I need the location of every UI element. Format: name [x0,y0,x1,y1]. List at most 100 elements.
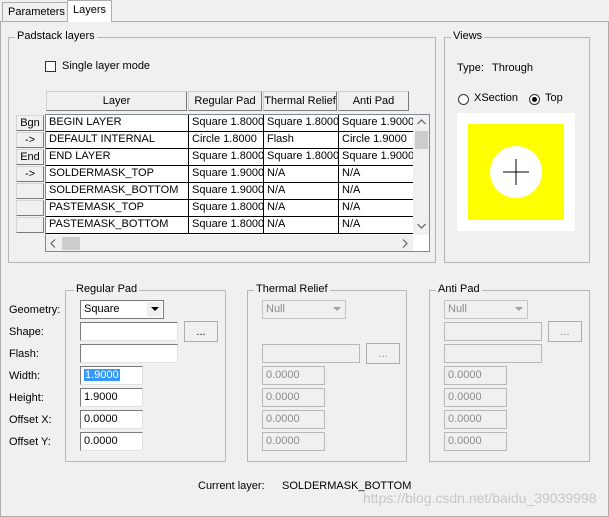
column-header-regular-pad[interactable]: Regular Pad [188,91,262,111]
height-label: Height: [9,392,44,404]
scroll-left-icon[interactable] [46,235,60,251]
cell-layer[interactable]: PASTEMASK_BOTTOM [46,217,189,234]
table-row[interactable]: END LAYER Square 1.8000 Square 1.8000 Squar… [46,149,414,166]
cell-regular-pad[interactable]: Square 1.8000 [189,200,264,217]
regular-height-input[interactable]: 1.9000 [80,388,143,407]
anti-height-input[interactable]: 0.0000 [444,388,507,407]
table-row[interactable]: PASTEMASK_TOP Square 1.8000 N/A N/A [46,200,414,217]
view-type-label: Type: [457,62,484,74]
table-row[interactable]: SOLDERMASK_BOTTOM Square 1.9000 N/A N/A [46,183,414,200]
crosshair-icon [503,159,529,185]
row-button-blank[interactable] [16,217,44,233]
cell-layer[interactable]: BEGIN LAYER [46,115,189,132]
row-button-blank[interactable] [16,200,44,216]
thermal-width-input[interactable]: 0.0000 [262,366,325,385]
cell-thermal-relief[interactable]: Square 1.8000 [264,149,339,166]
cell-anti-pad[interactable]: Square 1.9000 [339,115,414,132]
cell-anti-pad[interactable]: N/A [339,217,414,234]
cell-anti-pad[interactable]: N/A [339,200,414,217]
watermark-text: https://blog.csdn.net/baidu_39039998 [363,490,597,506]
cell-anti-pad[interactable]: Circle 1.9000 [339,132,414,149]
scroll-thumb[interactable] [62,237,80,250]
cell-thermal-relief[interactable]: Square 1.8000 [264,115,339,132]
cell-layer[interactable]: END LAYER [46,149,189,166]
scroll-thumb[interactable] [415,131,428,149]
table-row[interactable]: DEFAULT INTERNAL Circle 1.8000 Flash Circle… [46,132,414,149]
views-title: Views [451,30,485,42]
chevron-down-icon[interactable] [329,302,344,317]
row-button-arrow[interactable]: -> [16,132,44,148]
chevron-down-icon[interactable] [147,302,162,317]
cell-thermal-relief[interactable]: Flash [264,132,339,149]
xsection-radio[interactable] [458,94,469,105]
cell-regular-pad[interactable]: Square 1.9000 [189,183,264,200]
cell-thermal-relief[interactable]: N/A [264,183,339,200]
regular-offset-x-input[interactable]: 0.0000 [80,410,143,429]
single-layer-mode-label: Single layer mode [62,60,151,72]
cell-regular-pad[interactable]: Square 1.8000 [189,217,264,234]
scroll-down-icon[interactable] [413,219,429,233]
table-row[interactable]: SOLDERMASK_TOP Square 1.9000 N/A N/A [46,166,414,183]
regular-shape-browse-button[interactable]: ... [184,321,218,342]
row-button-arrow[interactable]: -> [16,166,44,182]
scroll-up-icon[interactable] [413,115,429,129]
column-header-anti-pad[interactable]: Anti Pad [338,91,409,111]
single-layer-mode-checkbox[interactable] [45,61,56,72]
column-header-layer[interactable]: Layer [46,91,187,111]
table-row[interactable]: PASTEMASK_BOTTOM Square 1.8000 N/A N/A [46,217,414,234]
anti-width-input[interactable]: 0.0000 [444,366,507,385]
thermal-flash-input[interactable] [262,344,360,363]
cell-layer[interactable]: SOLDERMASK_BOTTOM [46,183,189,200]
anti-offset-y-input[interactable]: 0.0000 [444,432,507,451]
regular-geometry-value: Square [84,303,120,315]
regular-flash-input[interactable] [80,344,178,363]
anti-geometry-select[interactable]: Null [444,300,528,319]
thermal-height-input[interactable]: 0.0000 [262,388,325,407]
width-label: Width: [9,370,41,382]
anti-geometry-value: Null [448,303,467,315]
offset-y-label: Offset Y: [9,436,51,448]
cell-layer[interactable]: DEFAULT INTERNAL [46,132,189,149]
tab-layers[interactable]: Layers [67,0,113,22]
cell-regular-pad[interactable]: Square 1.8000 [189,115,264,132]
regular-width-input[interactable]: 1.9000 [80,366,143,385]
thermal-relief-title: Thermal Relief [254,283,330,295]
geometry-label: Geometry: [9,304,61,316]
cell-anti-pad[interactable]: N/A [339,183,414,200]
cell-anti-pad[interactable]: N/A [339,166,414,183]
table-row[interactable]: BEGIN LAYER Square 1.8000 Square 1.8000 Squ… [46,115,414,132]
tab-parameters[interactable]: Parameters [2,2,71,22]
anti-flash-input[interactable] [444,344,542,363]
cell-regular-pad[interactable]: Square 1.9000 [189,166,264,183]
thermal-flash-browse-button[interactable]: ... [366,343,400,364]
cell-thermal-relief[interactable]: N/A [264,166,339,183]
thermal-geometry-select[interactable]: Null [262,300,346,319]
cell-layer[interactable]: PASTEMASK_TOP [46,200,189,217]
row-button-end[interactable]: End [16,149,44,165]
flash-label: Flash: [9,348,39,360]
anti-shape-input[interactable] [444,322,542,341]
cell-thermal-relief[interactable]: N/A [264,200,339,217]
scroll-right-icon[interactable] [398,235,412,251]
regular-offset-y-input[interactable]: 0.0000 [80,432,143,451]
thermal-offset-x-input[interactable]: 0.0000 [262,410,325,429]
column-header-thermal-relief[interactable]: Thermal Relief [263,91,337,111]
cell-regular-pad[interactable]: Square 1.8000 [189,149,264,166]
regular-geometry-select[interactable]: Square [80,300,164,319]
cell-regular-pad[interactable]: Circle 1.8000 [189,132,264,149]
row-button-begin[interactable]: Bgn [16,115,44,131]
thermal-offset-y-input[interactable]: 0.0000 [262,432,325,451]
chevron-down-icon[interactable] [511,302,526,317]
anti-offset-x-input[interactable]: 0.0000 [444,410,507,429]
top-radio[interactable] [529,94,540,105]
layers-grid-hscrollbar[interactable] [46,235,413,251]
cell-thermal-relief[interactable]: N/A [264,217,339,234]
anti-shape-browse-button[interactable]: ... [548,321,582,342]
layers-grid-vscrollbar[interactable] [413,115,429,235]
regular-shape-input[interactable] [80,322,178,341]
cell-layer[interactable]: SOLDERMASK_TOP [46,166,189,183]
top-label: Top [545,92,563,104]
cell-anti-pad[interactable]: Square 1.9000 [339,149,414,166]
thermal-geometry-value: Null [266,303,285,315]
row-button-blank[interactable] [16,183,44,199]
